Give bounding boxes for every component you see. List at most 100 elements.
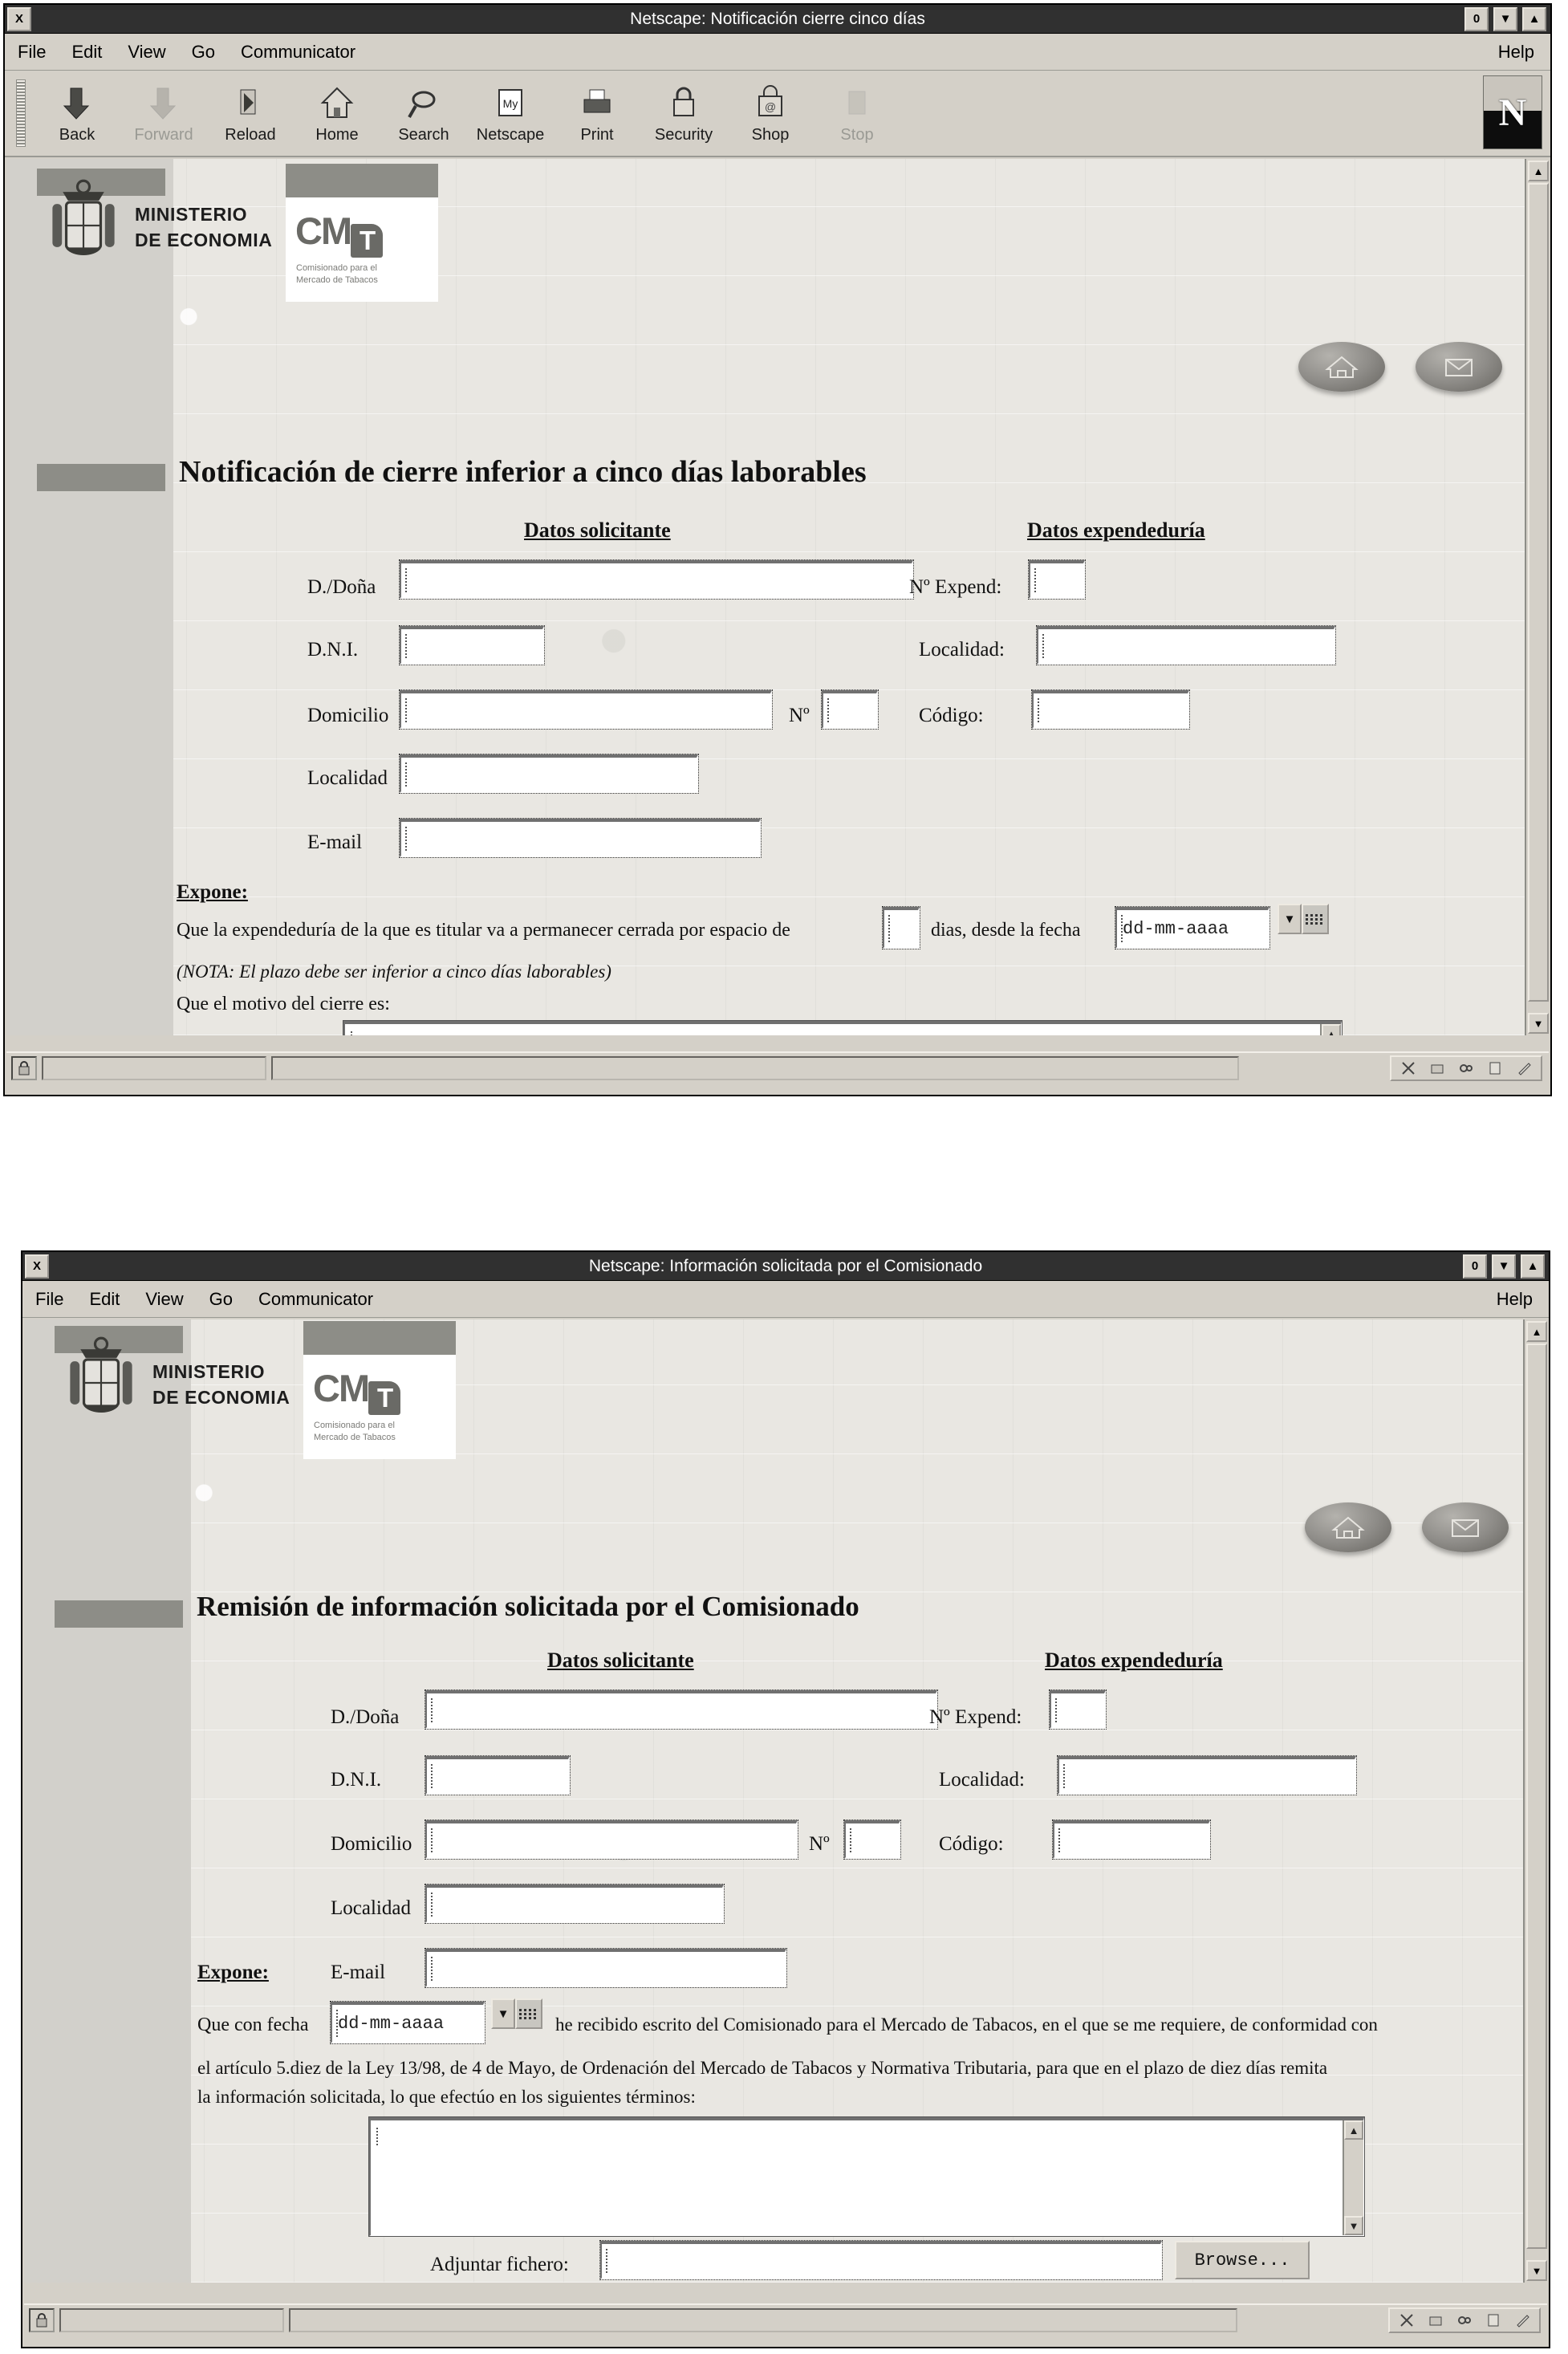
textarea-informacion[interactable]: ▲ ▼ bbox=[368, 2116, 1365, 2237]
chevron-down-icon[interactable]: ▼ bbox=[491, 1998, 515, 2029]
toolbar-grip[interactable] bbox=[16, 79, 26, 147]
input-ddona[interactable] bbox=[399, 559, 914, 600]
mailbox-icon[interactable] bbox=[1425, 2311, 1446, 2330]
browser-window-informacion[interactable]: X Netscape: Información solicitada por e… bbox=[21, 1250, 1550, 2348]
scroll-down-icon[interactable]: ▼ bbox=[1526, 2260, 1547, 2281]
scroll-up-icon[interactable]: ▲ bbox=[1528, 161, 1549, 181]
window1-titlebar[interactable]: X Netscape: Notificación cierre cinco dí… bbox=[5, 5, 1550, 34]
toolbar-security-button[interactable]: Security bbox=[640, 75, 727, 152]
input-codigo[interactable] bbox=[1031, 689, 1190, 730]
input-domicilio[interactable] bbox=[399, 689, 773, 730]
window2-titlebar[interactable]: X Netscape: Información solicitada por e… bbox=[22, 1252, 1549, 1281]
scroll-up-icon[interactable]: ▲ bbox=[1322, 1024, 1341, 1035]
menu-help[interactable]: Help bbox=[1497, 1289, 1533, 1310]
toolbar-print-button[interactable]: Print bbox=[554, 75, 640, 152]
textarea-motivo[interactable]: ▲ ▼ bbox=[343, 1020, 1343, 1035]
input-fecha[interactable]: dd-mm-aaaa bbox=[1115, 906, 1270, 949]
input-dni[interactable] bbox=[399, 625, 545, 665]
toolbar-netscape-button[interactable]: My Netscape bbox=[467, 75, 554, 152]
browse-button[interactable]: Browse... bbox=[1175, 2241, 1310, 2279]
input-dias[interactable] bbox=[882, 906, 920, 949]
toolbar-back-button[interactable]: Back bbox=[34, 75, 120, 152]
window2-close-button[interactable]: X bbox=[25, 1254, 49, 1279]
chevron-down-icon[interactable]: ▼ bbox=[1278, 904, 1302, 934]
input-domicilio[interactable] bbox=[424, 1819, 798, 1860]
date-picker-controls[interactable]: ▼ bbox=[491, 1998, 542, 2029]
toolbar-forward-button[interactable]: Forward bbox=[120, 75, 207, 152]
browser-window-notificacion[interactable]: X Netscape: Notificación cierre cinco dí… bbox=[3, 3, 1552, 1096]
component-bar[interactable] bbox=[1388, 2307, 1541, 2333]
navigator-icon[interactable] bbox=[1396, 2311, 1417, 2330]
scroll-up-icon[interactable]: ▲ bbox=[1526, 1321, 1547, 1342]
page-mail-button[interactable] bbox=[1416, 342, 1502, 392]
menu-go[interactable]: Go bbox=[192, 42, 215, 63]
input-dni[interactable] bbox=[424, 1755, 571, 1795]
newsgroup-icon[interactable] bbox=[1456, 1059, 1477, 1078]
menu-view[interactable]: View bbox=[145, 1289, 183, 1310]
input-ddona[interactable] bbox=[424, 1689, 938, 1730]
menu-edit[interactable]: Edit bbox=[89, 1289, 120, 1310]
scrollbar-thumb[interactable] bbox=[1526, 1344, 1547, 2249]
menu-file[interactable]: File bbox=[35, 1289, 63, 1310]
input-codigo[interactable] bbox=[1052, 1819, 1211, 1860]
scrollbar-thumb[interactable] bbox=[1528, 183, 1549, 1002]
toolbar-stop-button[interactable]: Stop bbox=[814, 75, 900, 152]
scroll-down-icon[interactable]: ▼ bbox=[1344, 2216, 1363, 2235]
input-localidad-expend[interactable] bbox=[1057, 1755, 1357, 1795]
menu-file[interactable]: File bbox=[18, 42, 46, 63]
window1-close-button[interactable]: X bbox=[7, 6, 31, 31]
input-localidad[interactable] bbox=[424, 1884, 725, 1924]
page-home-button[interactable] bbox=[1298, 342, 1385, 392]
addressbook-icon[interactable] bbox=[1485, 1059, 1505, 1078]
toolbar-reload-button[interactable]: Reload bbox=[207, 75, 294, 152]
menu-edit[interactable]: Edit bbox=[71, 42, 102, 63]
security-lock-icon[interactable] bbox=[29, 2308, 55, 2332]
window2-restore-button[interactable]: ▲ bbox=[1521, 1254, 1545, 1279]
input-adjuntar-fichero[interactable] bbox=[599, 2240, 1163, 2280]
menu-communicator[interactable]: Communicator bbox=[241, 42, 355, 63]
input-localidad[interactable] bbox=[399, 754, 699, 794]
calendar-icon[interactable] bbox=[515, 1998, 542, 2029]
composer-icon[interactable] bbox=[1513, 1059, 1534, 1078]
composer-icon[interactable] bbox=[1512, 2311, 1533, 2330]
window1-page-scrollbar[interactable]: ▲ ▼ bbox=[1525, 159, 1549, 1035]
menu-go[interactable]: Go bbox=[209, 1289, 233, 1310]
window1-maximize-button[interactable]: ▼ bbox=[1493, 6, 1517, 31]
textarea-scrollbar[interactable]: ▲ ▼ bbox=[1343, 2120, 1363, 2235]
input-numero[interactable] bbox=[843, 1819, 901, 1860]
date-picker-controls[interactable]: ▼ bbox=[1278, 904, 1329, 934]
expone-nota: (NOTA: El plazo debe ser inferior a cinc… bbox=[177, 962, 611, 982]
input-email[interactable] bbox=[424, 1948, 787, 1988]
scroll-up-icon[interactable]: ▲ bbox=[1344, 2120, 1363, 2140]
scroll-down-icon[interactable]: ▼ bbox=[1528, 1013, 1549, 1034]
addressbook-icon[interactable] bbox=[1483, 2311, 1504, 2330]
component-bar[interactable] bbox=[1390, 1055, 1542, 1081]
window2-minimize-button[interactable]: 0 bbox=[1463, 1254, 1487, 1279]
input-num-expend[interactable] bbox=[1049, 1689, 1107, 1730]
input-fecha[interactable]: dd-mm-aaaa bbox=[330, 2001, 485, 2044]
page-mail-button[interactable] bbox=[1422, 1502, 1509, 1552]
menu-communicator[interactable]: Communicator bbox=[258, 1289, 373, 1310]
navigator-icon[interactable] bbox=[1398, 1059, 1419, 1078]
netscape-brand-logo[interactable]: N bbox=[1483, 75, 1542, 149]
toolbar-search-button[interactable]: Search bbox=[380, 75, 467, 152]
input-email[interactable] bbox=[399, 818, 762, 858]
page-home-button[interactable] bbox=[1305, 1502, 1391, 1552]
menu-view[interactable]: View bbox=[128, 42, 165, 63]
toolbar-shop-button[interactable]: @ Shop bbox=[727, 75, 814, 152]
calendar-icon[interactable] bbox=[1302, 904, 1329, 934]
mailbox-icon[interactable] bbox=[1427, 1059, 1448, 1078]
input-localidad-expend[interactable] bbox=[1036, 625, 1336, 665]
window1-minimize-button[interactable]: 0 bbox=[1464, 6, 1489, 31]
newsgroup-icon[interactable] bbox=[1454, 2311, 1475, 2330]
ministry-line-2: DE ECONOMIA bbox=[152, 1386, 290, 1408]
window2-page-scrollbar[interactable]: ▲ ▼ bbox=[1523, 1319, 1547, 2283]
security-lock-icon[interactable] bbox=[11, 1056, 37, 1080]
window2-maximize-button[interactable]: ▼ bbox=[1492, 1254, 1516, 1279]
input-numero[interactable] bbox=[821, 689, 879, 730]
input-num-expend[interactable] bbox=[1028, 559, 1086, 600]
menu-help[interactable]: Help bbox=[1498, 42, 1534, 63]
window1-restore-button[interactable]: ▲ bbox=[1522, 6, 1546, 31]
toolbar-home-button[interactable]: Home bbox=[294, 75, 380, 152]
textarea-scrollbar[interactable]: ▲ ▼ bbox=[1320, 1024, 1341, 1035]
